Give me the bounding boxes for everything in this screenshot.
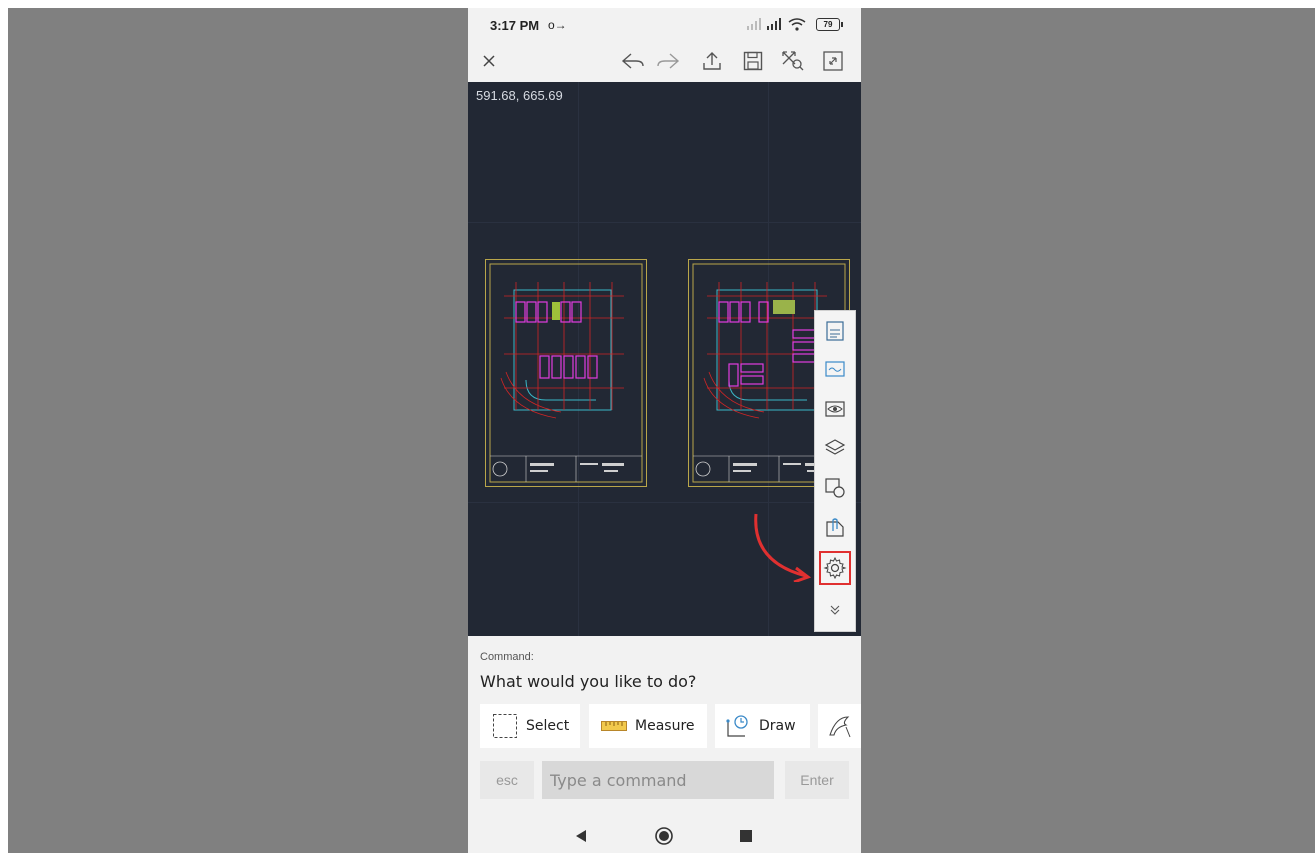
ruler-icon [601,721,627,731]
nav-back-button[interactable] [565,820,597,852]
esc-button[interactable]: esc [480,761,534,799]
share-button[interactable] [697,46,727,76]
drawing-sheet-1 [485,259,647,487]
properties-icon [826,321,844,341]
markup-icon [829,716,851,738]
status-time: 3:17 PM [490,18,540,33]
coordinate-readout: 591.68, 665.69 [476,88,563,103]
drawing-canvas[interactable]: 591.68, 665.69 [468,82,861,636]
zoom-extents-button[interactable] [778,46,808,76]
attachments-icon [826,518,844,537]
floor-plan-drawing-1 [489,263,643,483]
battery-icon: 79 [816,18,843,31]
save-icon [743,51,763,71]
top-toolbar [468,42,861,82]
layers-button[interactable] [819,431,851,465]
sheets-icon [825,361,845,377]
command-label: Command: [480,651,534,663]
view-button[interactable] [819,392,851,426]
undo-icon [621,53,644,69]
sheets-button[interactable] [819,353,851,387]
redo-icon [657,53,680,69]
save-button[interactable] [738,46,768,76]
collapse-icon [830,605,840,615]
nav-recents-button[interactable] [730,820,762,852]
annotation-arrow-icon [754,513,812,582]
side-tool-panel [814,310,856,632]
blocks-button[interactable] [819,471,851,505]
fullscreen-button[interactable] [818,46,848,76]
draw-button[interactable]: Draw [715,704,810,748]
blocks-icon [825,478,845,498]
nav-home-button[interactable] [648,820,680,852]
collapse-panel-button[interactable] [819,593,851,627]
select-label: Select [526,718,570,734]
grid-line [468,222,861,223]
draw-label: Draw [759,718,796,734]
layers-icon [824,439,846,455]
phone-screen: 3:17 PM o→ 79 591.68, 665.69 Command: Wh… [468,8,861,853]
settings-icon [823,556,847,580]
vpn-key-icon: o→ [548,18,567,32]
view-icon [825,401,845,417]
settings-button[interactable] [819,551,851,585]
markup-button[interactable] [818,704,861,748]
attachments-button[interactable] [819,511,851,545]
wifi-icon [788,18,806,31]
select-icon [493,714,517,738]
enter-button[interactable]: Enter [785,761,849,799]
undo-button[interactable] [618,46,648,76]
zoom-extents-icon [782,51,804,71]
signal-1-icon [747,18,761,30]
home-icon [655,827,673,845]
android-nav-bar [468,820,861,853]
command-prompt: What would you like to do? [480,672,697,691]
signal-2-icon [767,18,781,30]
status-bar: 3:17 PM o→ 79 [468,8,861,42]
properties-button[interactable] [819,314,851,348]
select-button[interactable]: Select [480,704,580,748]
recents-icon [740,830,752,842]
draw-icon [726,715,748,737]
fullscreen-icon [823,51,843,71]
command-input[interactable] [542,761,774,799]
close-button[interactable] [474,46,504,76]
measure-label: Measure [635,718,695,734]
back-icon [576,830,586,842]
measure-button[interactable]: Measure [589,704,707,748]
close-icon [483,55,495,67]
share-icon [703,52,721,70]
redo-button[interactable] [653,46,683,76]
grid-line [468,502,861,503]
